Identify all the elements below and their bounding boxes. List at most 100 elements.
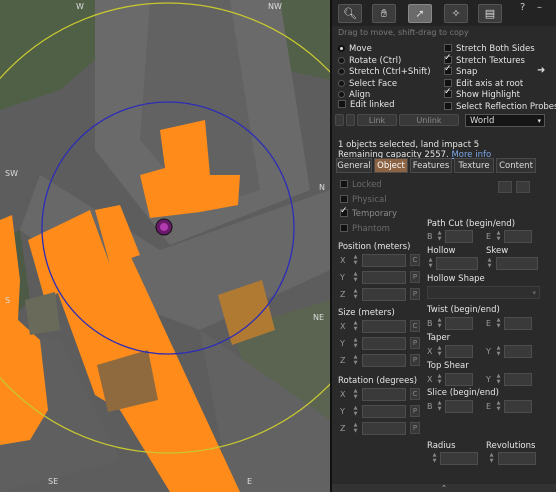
size-x-field[interactable] <box>362 320 406 333</box>
tab-texture[interactable]: Texture <box>454 158 494 173</box>
radio-dot[interactable] <box>338 79 345 87</box>
option-checkbox-1[interactable]: Stretch Textures <box>444 53 525 66</box>
radius-field[interactable] <box>440 452 478 465</box>
twist-spinner-0[interactable]: ▲ ▼ <box>436 317 443 330</box>
slice-field-0[interactable] <box>445 400 473 413</box>
mode-radio-2[interactable]: Stretch (Ctrl+Shift) <box>338 67 431 77</box>
unlink-options-button[interactable] <box>346 114 355 126</box>
panel-bottom-bar[interactable]: ⌃ <box>332 484 556 492</box>
hollow-shape-select[interactable]: ▾ <box>427 286 540 299</box>
skew-spinner[interactable]: ▲ ▼ <box>486 257 493 270</box>
mode-radio-1[interactable]: Rotate (Ctrl) <box>338 56 401 66</box>
skew-field[interactable] <box>496 257 538 270</box>
rotation-z-field[interactable] <box>362 422 406 435</box>
rotation-spinner-x[interactable]: ▲ ▼ <box>352 388 359 401</box>
hollow-spinner[interactable]: ▲ ▼ <box>427 257 434 270</box>
size-paste-z[interactable]: P <box>410 354 420 366</box>
help-button[interactable]: ? <box>520 2 525 13</box>
radio-dot[interactable] <box>338 56 345 64</box>
edit-linked-box[interactable] <box>338 100 346 108</box>
top-shear-spinner-0[interactable]: ▲ ▼ <box>436 373 443 386</box>
checkbox-box[interactable] <box>340 180 348 188</box>
hollow-field[interactable] <box>436 257 478 270</box>
copy-button[interactable] <box>498 181 512 193</box>
create-tool-button[interactable]: ✧ <box>444 4 468 23</box>
path-cut-spinner-1[interactable]: ▲ ▼ <box>495 230 502 243</box>
taper-field-1[interactable] <box>504 345 532 358</box>
path-cut-field-0[interactable] <box>445 230 473 243</box>
size-spinner-x[interactable]: ▲ ▼ <box>352 320 359 333</box>
checkbox-box[interactable] <box>444 87 452 98</box>
position-x-field[interactable] <box>362 254 406 267</box>
mode-radio-0[interactable]: Move <box>338 44 372 54</box>
position-y-field[interactable] <box>362 271 406 284</box>
radio-dot[interactable] <box>338 91 345 98</box>
taper-field-0[interactable] <box>445 345 473 358</box>
size-z-field[interactable] <box>362 354 406 367</box>
reference-frame-select[interactable]: World ▾ <box>465 114 545 127</box>
radius-spinner[interactable]: ▲ ▼ <box>431 452 438 465</box>
checkbox-box[interactable] <box>444 44 452 52</box>
rotation-paste-y[interactable]: P <box>410 405 420 417</box>
top-shear-field-1[interactable] <box>504 373 532 386</box>
position-spinner-z[interactable]: ▲ ▼ <box>352 288 359 301</box>
path-cut-field-1[interactable] <box>504 230 532 243</box>
option-checkbox-4[interactable]: Show Highlight <box>444 87 520 100</box>
snap-arrow-icon[interactable]: ➜ <box>537 65 545 76</box>
position-spinner-x[interactable]: ▲ ▼ <box>352 254 359 267</box>
top-shear-field-0[interactable] <box>445 373 473 386</box>
option-checkbox-3[interactable]: Edit axis at root <box>444 78 523 89</box>
rotation-copy-x[interactable]: C <box>410 388 420 400</box>
checkbox-box[interactable] <box>340 223 348 232</box>
object-checkbox-0[interactable]: Locked <box>340 180 382 190</box>
position-z-field[interactable] <box>362 288 406 301</box>
object-checkbox-3[interactable]: Phantom <box>340 223 390 234</box>
option-checkbox-5[interactable]: Select Reflection Probes <box>444 101 556 112</box>
option-checkbox-0[interactable]: Stretch Both Sides <box>444 44 535 54</box>
slice-spinner-0[interactable]: ▲ ▼ <box>436 400 443 413</box>
revolutions-field[interactable] <box>498 452 536 465</box>
taper-spinner-0[interactable]: ▲ ▼ <box>436 345 443 358</box>
paste-button[interactable] <box>516 181 530 193</box>
path-cut-spinner-0[interactable]: ▲ ▼ <box>436 230 443 243</box>
checkbox-box[interactable] <box>444 53 452 64</box>
size-spinner-y[interactable]: ▲ ▼ <box>352 337 359 350</box>
checkbox-box[interactable] <box>444 64 452 75</box>
minimize-button[interactable]: – <box>537 2 542 13</box>
object-checkbox-2[interactable]: Temporary <box>340 206 397 219</box>
rotation-spinner-z[interactable]: ▲ ▼ <box>352 422 359 435</box>
tab-content[interactable]: Content <box>496 158 536 173</box>
radio-dot[interactable] <box>338 68 345 75</box>
radio-dot[interactable] <box>338 45 345 52</box>
position-copy-x[interactable]: C <box>410 254 420 266</box>
slice-field-1[interactable] <box>504 400 532 413</box>
top-shear-spinner-1[interactable]: ▲ ▼ <box>495 373 502 386</box>
rotation-paste-z[interactable]: P <box>410 422 420 434</box>
revolutions-spinner[interactable]: ▲ ▼ <box>488 452 495 465</box>
rotation-spinner-y[interactable]: ▲ ▼ <box>352 405 359 418</box>
mode-radio-3[interactable]: Select Face <box>338 79 397 89</box>
focus-tool-button[interactable]: 🔍︎ <box>338 4 362 23</box>
size-copy-x[interactable]: C <box>410 320 420 332</box>
edit-tool-button[interactable]: ➚ <box>408 4 432 23</box>
size-spinner-z[interactable]: ▲ ▼ <box>352 354 359 367</box>
slice-spinner-1[interactable]: ▲ ▼ <box>495 400 502 413</box>
checkbox-box[interactable] <box>340 206 348 217</box>
rotation-y-field[interactable] <box>362 405 406 418</box>
land-tool-button[interactable]: ▤ <box>478 4 502 23</box>
unlink-button[interactable]: Unlink <box>399 114 459 126</box>
tab-general[interactable]: General <box>336 158 372 173</box>
object-checkbox-1[interactable]: Physical <box>340 194 387 205</box>
mode-radio-4[interactable]: Align <box>338 90 370 100</box>
position-paste-z[interactable]: P <box>410 288 420 300</box>
tab-features[interactable]: Features <box>410 158 452 173</box>
checkbox-box[interactable] <box>340 194 348 203</box>
twist-spinner-1[interactable]: ▲ ▼ <box>495 317 502 330</box>
edit-linked-checkbox[interactable]: Edit linked <box>338 100 395 110</box>
checkbox-box[interactable] <box>444 101 452 110</box>
taper-spinner-1[interactable]: ▲ ▼ <box>495 345 502 358</box>
twist-field-0[interactable] <box>445 317 473 330</box>
link-button[interactable]: Link <box>357 114 397 126</box>
rotation-x-field[interactable] <box>362 388 406 401</box>
twist-field-1[interactable] <box>504 317 532 330</box>
